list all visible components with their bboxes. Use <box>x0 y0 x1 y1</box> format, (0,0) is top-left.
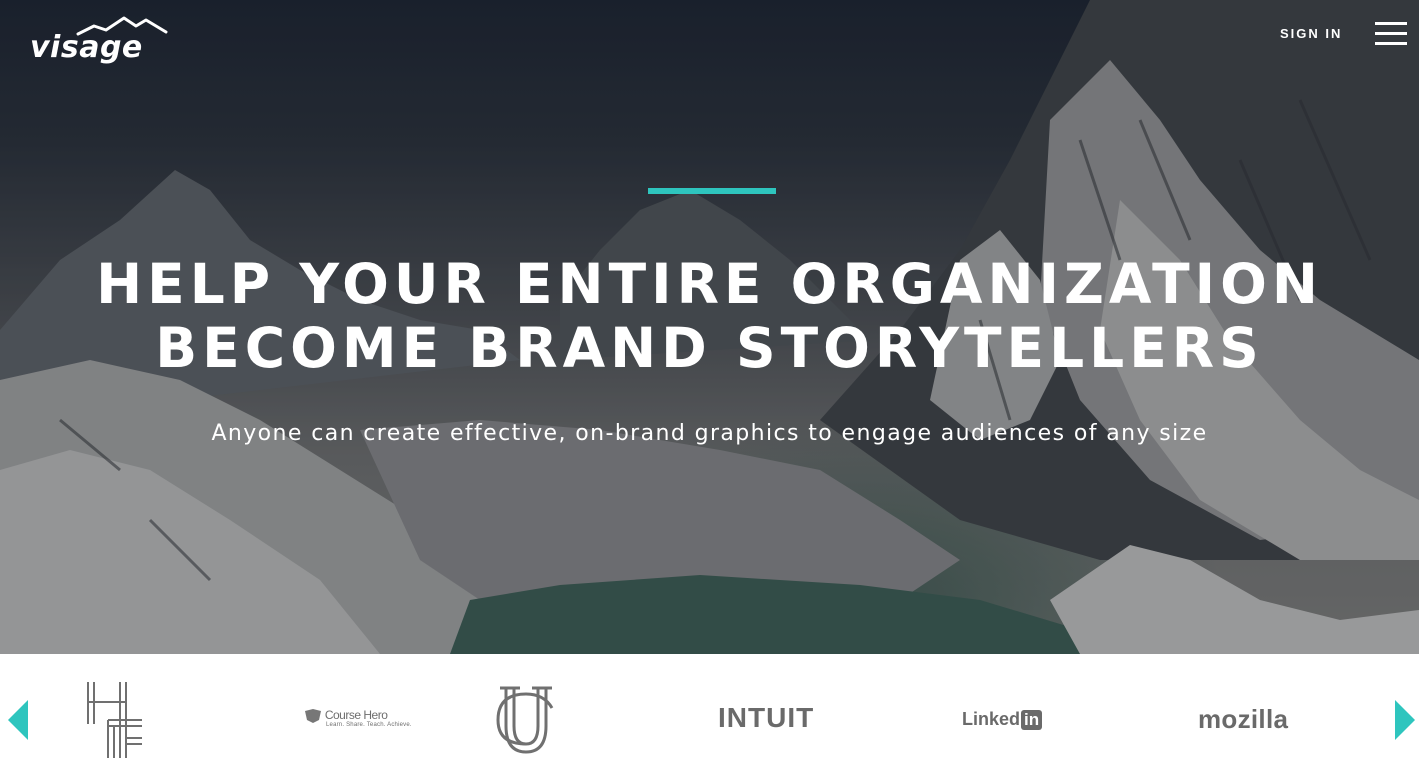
course-hero-tagline: Learn. Share. Teach. Achieve. <box>326 721 412 728</box>
mozilla-logo: mozilla <box>1198 704 1289 734</box>
hamburger-menu-button[interactable] <box>1375 22 1407 48</box>
course-hero-name: Course Hero <box>324 708 388 722</box>
chevron-left-icon[interactable] <box>6 700 30 740</box>
headline-line-2: BECOME BRAND STORYTELLERS <box>155 316 1264 380</box>
uc-logo <box>496 686 554 754</box>
course-hero-logo: Course Hero Learn. Share. Teach. Achieve… <box>304 708 412 728</box>
linkedin-badge: in <box>1021 710 1043 730</box>
linkedin-logo: Linked in <box>962 709 1043 730</box>
sign-in-link[interactable]: SIGN IN <box>1280 26 1342 41</box>
headline-line-1: HELP YOUR ENTIRE ORGANIZATION <box>96 252 1323 316</box>
customer-logo-carousel: Course Hero Learn. Share. Teach. Achieve… <box>0 654 1419 776</box>
visage-logo[interactable]: visage <box>30 12 168 70</box>
hf-logo <box>87 682 142 758</box>
hero-section: visage SIGN IN HELP YOUR ENTIRE ORGANIZA… <box>0 0 1419 654</box>
hamburger-menu-icon <box>1375 22 1407 25</box>
chevron-right-icon[interactable] <box>1393 700 1417 740</box>
accent-divider <box>648 188 776 194</box>
intuit-logo: INTUIT <box>718 702 815 733</box>
shield-icon <box>305 708 321 723</box>
linkedin-wordmark: Linked <box>962 709 1021 729</box>
logo-text: visage <box>30 30 143 65</box>
hero-subheadline: Anyone can create effective, on-brand gr… <box>211 421 1208 446</box>
hero-headline: HELP YOUR ENTIRE ORGANIZATION BECOME BRA… <box>0 252 1419 380</box>
